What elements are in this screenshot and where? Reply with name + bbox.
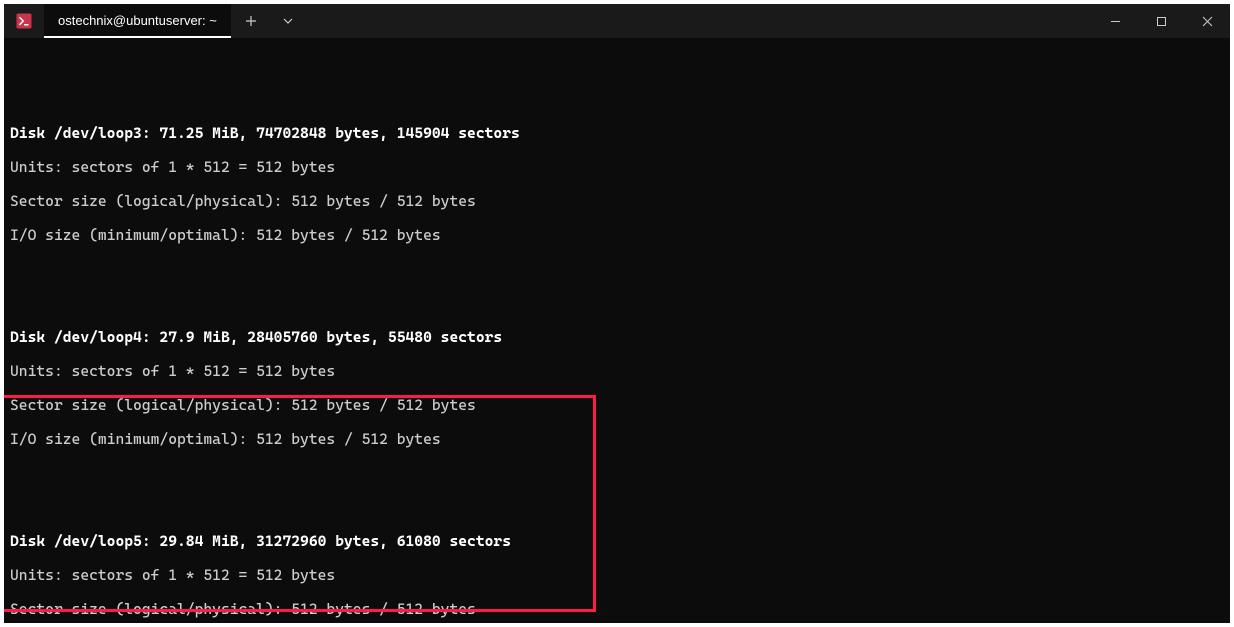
disk-info-line: Units: sectors of 1 * 512 = 512 bytes: [10, 159, 1224, 176]
minimize-button[interactable]: [1092, 4, 1138, 38]
tab-dropdown-button[interactable]: [271, 4, 305, 38]
maximize-button[interactable]: [1138, 4, 1184, 38]
disk-info-line: I/O size (minimum/optimal): 512 bytes / …: [10, 227, 1224, 244]
disk-info-line: I/O size (minimum/optimal): 512 bytes / …: [10, 431, 1224, 448]
disk-info-line: Units: sectors of 1 * 512 = 512 bytes: [10, 363, 1224, 380]
tab-title: ostechnix@ubuntuserver: ~: [58, 13, 217, 28]
disk-info-line: Sector size (logical/physical): 512 byte…: [10, 397, 1224, 414]
new-tab-button[interactable]: [231, 4, 271, 38]
disk-header: Disk /dev/loop4: 27.9 MiB, 28405760 byte…: [10, 329, 1224, 346]
titlebar: ostechnix@ubuntuserver: ~: [4, 4, 1230, 38]
disk-header: Disk /dev/loop5: 29.84 MiB, 31272960 byt…: [10, 533, 1224, 550]
window-controls: [1092, 4, 1230, 38]
tab-active[interactable]: ostechnix@ubuntuserver: ~: [44, 4, 231, 38]
app-icon[interactable]: [4, 4, 44, 38]
disk-info-line: Sector size (logical/physical): 512 byte…: [10, 193, 1224, 210]
disk-info-line: Units: sectors of 1 * 512 = 512 bytes: [10, 567, 1224, 584]
disk-header: Disk /dev/loop3: 71.25 MiB, 74702848 byt…: [10, 125, 1224, 142]
terminal-output[interactable]: Disk /dev/loop3: 71.25 MiB, 74702848 byt…: [4, 38, 1230, 623]
titlebar-drag-area[interactable]: [305, 4, 1092, 38]
disk-info-line: Sector size (logical/physical): 512 byte…: [10, 601, 1224, 618]
terminal-window: ostechnix@ubuntuserver: ~ Disk /dev/loop…: [4, 4, 1230, 623]
close-button[interactable]: [1184, 4, 1230, 38]
